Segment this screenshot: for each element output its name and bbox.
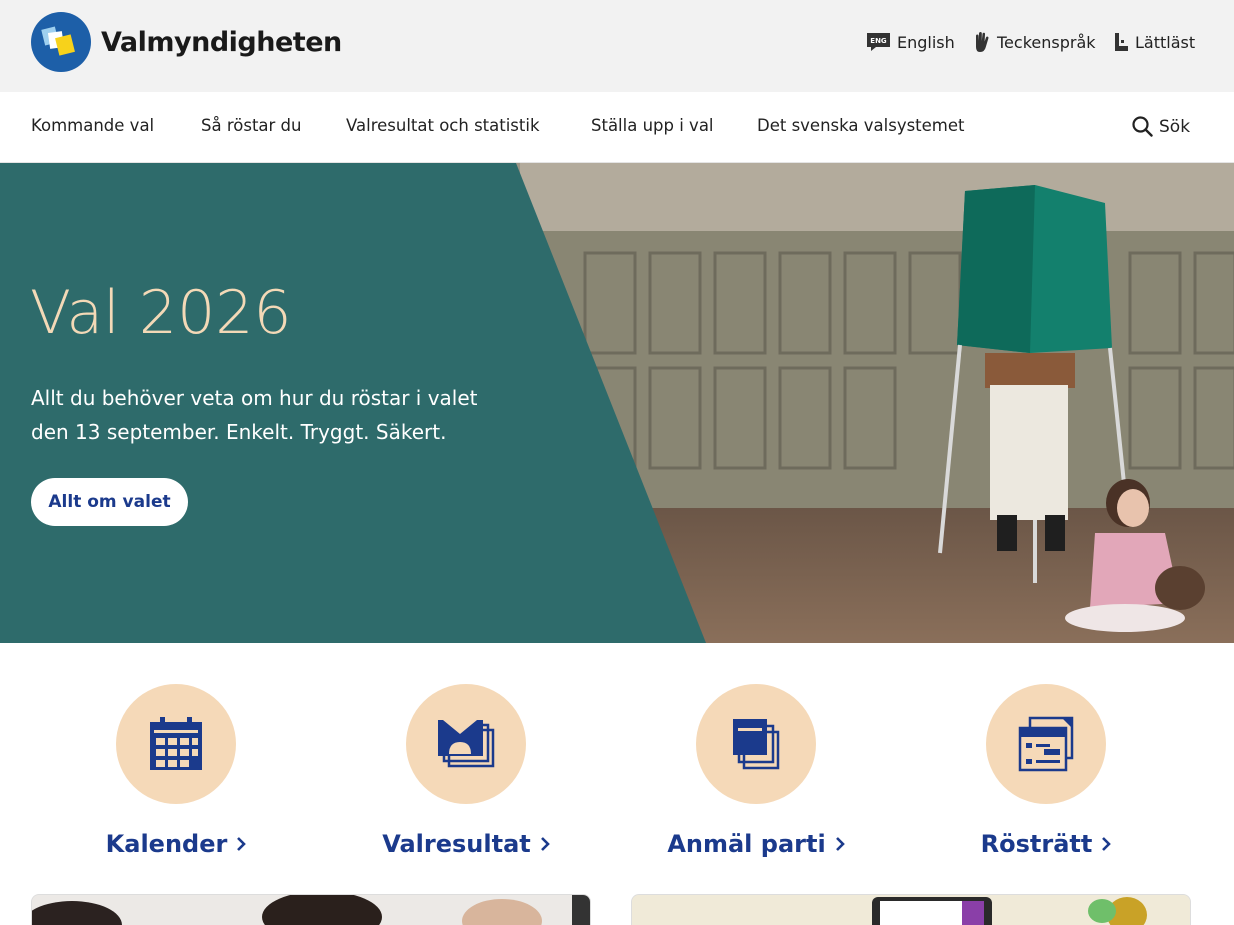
logo-wordmark: Valmyndigheten [101,26,342,58]
chevron-right-icon [540,837,550,851]
easy-read-label: Lättläst [1135,32,1196,52]
quick-link-circle [116,684,236,804]
quick-link-label: Anmäl parti [667,830,845,858]
search-button[interactable]: Sök [1132,116,1190,137]
chevron-right-icon [835,837,845,851]
easy-read-icon [1115,33,1128,51]
sign-language-link[interactable]: Teckenspråk [973,30,1096,54]
nav-item-kommande-val[interactable]: Kommande val [31,116,154,135]
quick-link-text: Valresultat [382,830,531,858]
quick-link-circle [406,684,526,804]
sign-language-hand-icon [976,32,989,52]
nav-item-stalla-upp-i-val[interactable]: Ställa upp i val [591,116,714,135]
hero-title: Val 2026 [30,278,292,348]
quick-link-label: Valresultat [382,830,550,858]
news-card-image-people[interactable] [31,894,591,925]
easy-read-link[interactable]: Lättläst [1113,30,1195,54]
all-about-election-button[interactable]: Allt om valet [31,478,188,526]
chevron-right-icon [1102,837,1112,851]
hero-description: Allt du behöver veta om hur du röstar i … [31,386,478,444]
search-label: Sök [1159,116,1191,137]
hero-section: Val 2026 Allt du behöver veta om hur du … [0,163,1234,643]
chevron-right-icon [237,837,247,851]
quick-link-election-results[interactable]: Valresultat [346,684,586,858]
eng-language-icon: ENG [867,33,890,51]
quick-link-text: Kalender [105,830,228,858]
english-label: English [897,32,955,52]
top-utility-bar: Valmyndigheten ENG English Teckenspråk L… [0,0,1234,92]
language-english-link[interactable]: ENG English [866,30,955,54]
quick-link-text: Rösträtt [980,830,1093,858]
quick-link-label: Kalender [106,830,247,858]
quick-link-circle [696,684,816,804]
nav-item-sa-rostar-du[interactable]: Så röstar du [201,116,301,135]
nav-item-valresultat-och-statistik[interactable]: Valresultat och statistik [346,116,540,135]
quick-link-register-party[interactable]: Anmäl parti [636,684,876,858]
svg-text:ENG: ENG [870,37,887,45]
news-card-image-voting-card[interactable] [631,894,1191,925]
quick-link-calendar[interactable]: Kalender [56,684,296,858]
documents-stack-icon [733,719,780,770]
quick-link-text: Anmäl parti [667,830,826,858]
valmyndigheten-logo-icon [31,12,91,72]
search-icon [1132,116,1153,137]
card-photo [32,895,590,925]
sign-language-label: Teckenspråk [997,32,1096,52]
quick-link-label: Rösträtt [981,830,1112,858]
site-logo[interactable]: Valmyndigheten [31,12,342,72]
ballot-box-icon [438,720,495,768]
nav-item-det-svenska-valsystemet[interactable]: Det svenska valsystemet [757,116,965,135]
card-photo [632,895,1190,925]
voting-card-icon [1018,716,1074,772]
quick-link-circle [986,684,1106,804]
calendar-icon [150,717,202,770]
main-navigation: Kommande val Så röstar du Valresultat oc… [0,92,1234,163]
quick-link-voting-rights[interactable]: Rösträtt [926,684,1166,858]
